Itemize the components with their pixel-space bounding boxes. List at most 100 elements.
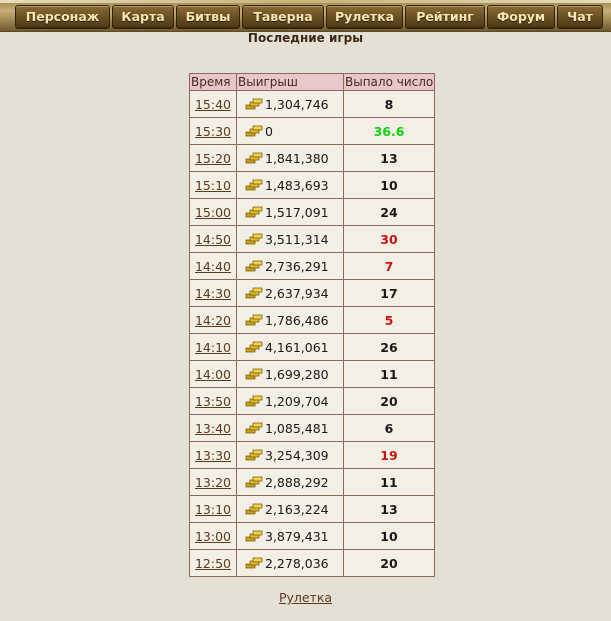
nav-ruletka-button[interactable]: Рулетка [326, 5, 403, 29]
time-cell: 15:40 [189, 90, 237, 118]
win-amount: 1,209,704 [265, 393, 329, 409]
win-cell: 2,278,036 [236, 549, 344, 577]
gold-coins-icon [245, 341, 263, 353]
last-games-table: Время Выигрыш Выпало число 15:40 1,304,74… [189, 73, 435, 577]
game-time-link[interactable]: 12:50 [195, 556, 231, 571]
game-time-link[interactable]: 15:40 [195, 97, 231, 112]
time-cell: 13:20 [189, 468, 237, 496]
win-cell: 2,888,292 [236, 468, 344, 496]
nav-bitvy-button[interactable]: Битвы [176, 5, 240, 29]
rolled-number: 24 [343, 198, 435, 226]
game-time-link[interactable]: 14:20 [195, 313, 231, 328]
rolled-number: 20 [343, 387, 435, 415]
win-cell: 2,637,934 [236, 279, 344, 307]
win-amount: 2,637,934 [265, 285, 329, 301]
win-amount: 3,254,309 [265, 447, 329, 463]
rolled-number: 36.6 [343, 117, 435, 145]
gold-coins-icon [245, 557, 263, 569]
rolled-number: 11 [343, 468, 435, 496]
game-time-link[interactable]: 14:50 [195, 232, 231, 247]
table-row: 15:30 0 36.6 [189, 117, 435, 145]
win-cell: 1,209,704 [236, 387, 344, 415]
gold-coins-icon [245, 98, 263, 110]
win-amount: 1,517,091 [265, 204, 329, 220]
game-time-link[interactable]: 15:30 [195, 124, 231, 139]
time-cell: 14:10 [189, 333, 237, 361]
game-time-link[interactable]: 15:20 [195, 151, 231, 166]
rolled-number: 5 [343, 306, 435, 334]
page-title: Последние игры [247, 31, 364, 45]
nav-personazh-button[interactable]: Персонаж [15, 5, 110, 29]
footer: Рулетка [0, 590, 611, 605]
gold-coins-icon [245, 125, 263, 137]
table-row: 14:00 1,699,280 11 [189, 360, 435, 388]
win-amount: 2,736,291 [265, 258, 329, 274]
table-row: 13:40 1,085,481 6 [189, 414, 435, 442]
gold-coins-icon [245, 152, 263, 164]
win-cell: 1,085,481 [236, 414, 344, 442]
nav-reiting-button[interactable]: Рейтинг [405, 5, 485, 29]
win-cell: 3,511,314 [236, 225, 344, 253]
time-cell: 14:20 [189, 306, 237, 334]
rolled-number: 8 [343, 90, 435, 118]
game-time-link[interactable]: 13:20 [195, 475, 231, 490]
win-cell: 4,161,061 [236, 333, 344, 361]
time-cell: 13:00 [189, 522, 237, 550]
win-cell: 0 [236, 117, 344, 145]
table-row: 13:10 2,163,224 13 [189, 495, 435, 523]
header-number: Выпало число [343, 73, 435, 91]
table-row: 13:30 3,254,309 19 [189, 441, 435, 469]
gold-coins-icon [245, 503, 263, 515]
roulette-link[interactable]: Рулетка [279, 590, 332, 605]
win-amount: 2,888,292 [265, 474, 329, 490]
table-row: 14:10 4,161,061 26 [189, 333, 435, 361]
nav-forum-button[interactable]: Форум [487, 5, 555, 29]
time-cell: 15:10 [189, 171, 237, 199]
game-time-link[interactable]: 14:40 [195, 259, 231, 274]
win-amount: 3,511,314 [265, 231, 329, 247]
game-time-link[interactable]: 13:40 [195, 421, 231, 436]
table-header-row: Время Выигрыш Выпало число [189, 73, 435, 91]
win-amount: 1,085,481 [265, 420, 329, 436]
win-amount: 1,786,486 [265, 312, 329, 328]
game-time-link[interactable]: 14:00 [195, 367, 231, 382]
time-cell: 15:30 [189, 117, 237, 145]
nav-chat-button[interactable]: Чат [557, 5, 603, 29]
top-navigation-bar: Персонаж Карта Битвы Таверна Рулетка Рей… [0, 0, 611, 32]
win-cell: 2,736,291 [236, 252, 344, 280]
rolled-number: 11 [343, 360, 435, 388]
nav-taverna-button[interactable]: Таверна [242, 5, 324, 29]
win-cell: 1,699,280 [236, 360, 344, 388]
header-win: Выигрыш [236, 73, 344, 91]
time-cell: 14:30 [189, 279, 237, 307]
win-amount: 4,161,061 [265, 339, 329, 355]
table-row: 15:00 1,517,091 24 [189, 198, 435, 226]
win-cell: 1,517,091 [236, 198, 344, 226]
win-cell: 2,163,224 [236, 495, 344, 523]
time-cell: 15:20 [189, 144, 237, 172]
game-time-link[interactable]: 14:10 [195, 340, 231, 355]
gold-coins-icon [245, 287, 263, 299]
gold-coins-icon [245, 260, 263, 272]
game-time-link[interactable]: 15:10 [195, 178, 231, 193]
win-amount: 1,304,746 [265, 96, 329, 112]
game-time-link[interactable]: 13:50 [195, 394, 231, 409]
time-cell: 14:00 [189, 360, 237, 388]
game-time-link[interactable]: 13:10 [195, 502, 231, 517]
game-time-link[interactable]: 14:30 [195, 286, 231, 301]
nav-top-ornament [0, 0, 611, 3]
rolled-number: 10 [343, 171, 435, 199]
game-time-link[interactable]: 13:00 [195, 529, 231, 544]
rolled-number: 13 [343, 144, 435, 172]
time-cell: 15:00 [189, 198, 237, 226]
win-amount: 1,841,380 [265, 150, 329, 166]
game-time-link[interactable]: 15:00 [195, 205, 231, 220]
table-row: 13:00 3,879,431 10 [189, 522, 435, 550]
rolled-number: 10 [343, 522, 435, 550]
gold-coins-icon [245, 179, 263, 191]
win-amount: 0 [265, 123, 273, 139]
game-time-link[interactable]: 13:30 [195, 448, 231, 463]
win-amount: 2,163,224 [265, 501, 329, 517]
nav-karta-button[interactable]: Карта [112, 5, 174, 29]
rolled-number: 19 [343, 441, 435, 469]
